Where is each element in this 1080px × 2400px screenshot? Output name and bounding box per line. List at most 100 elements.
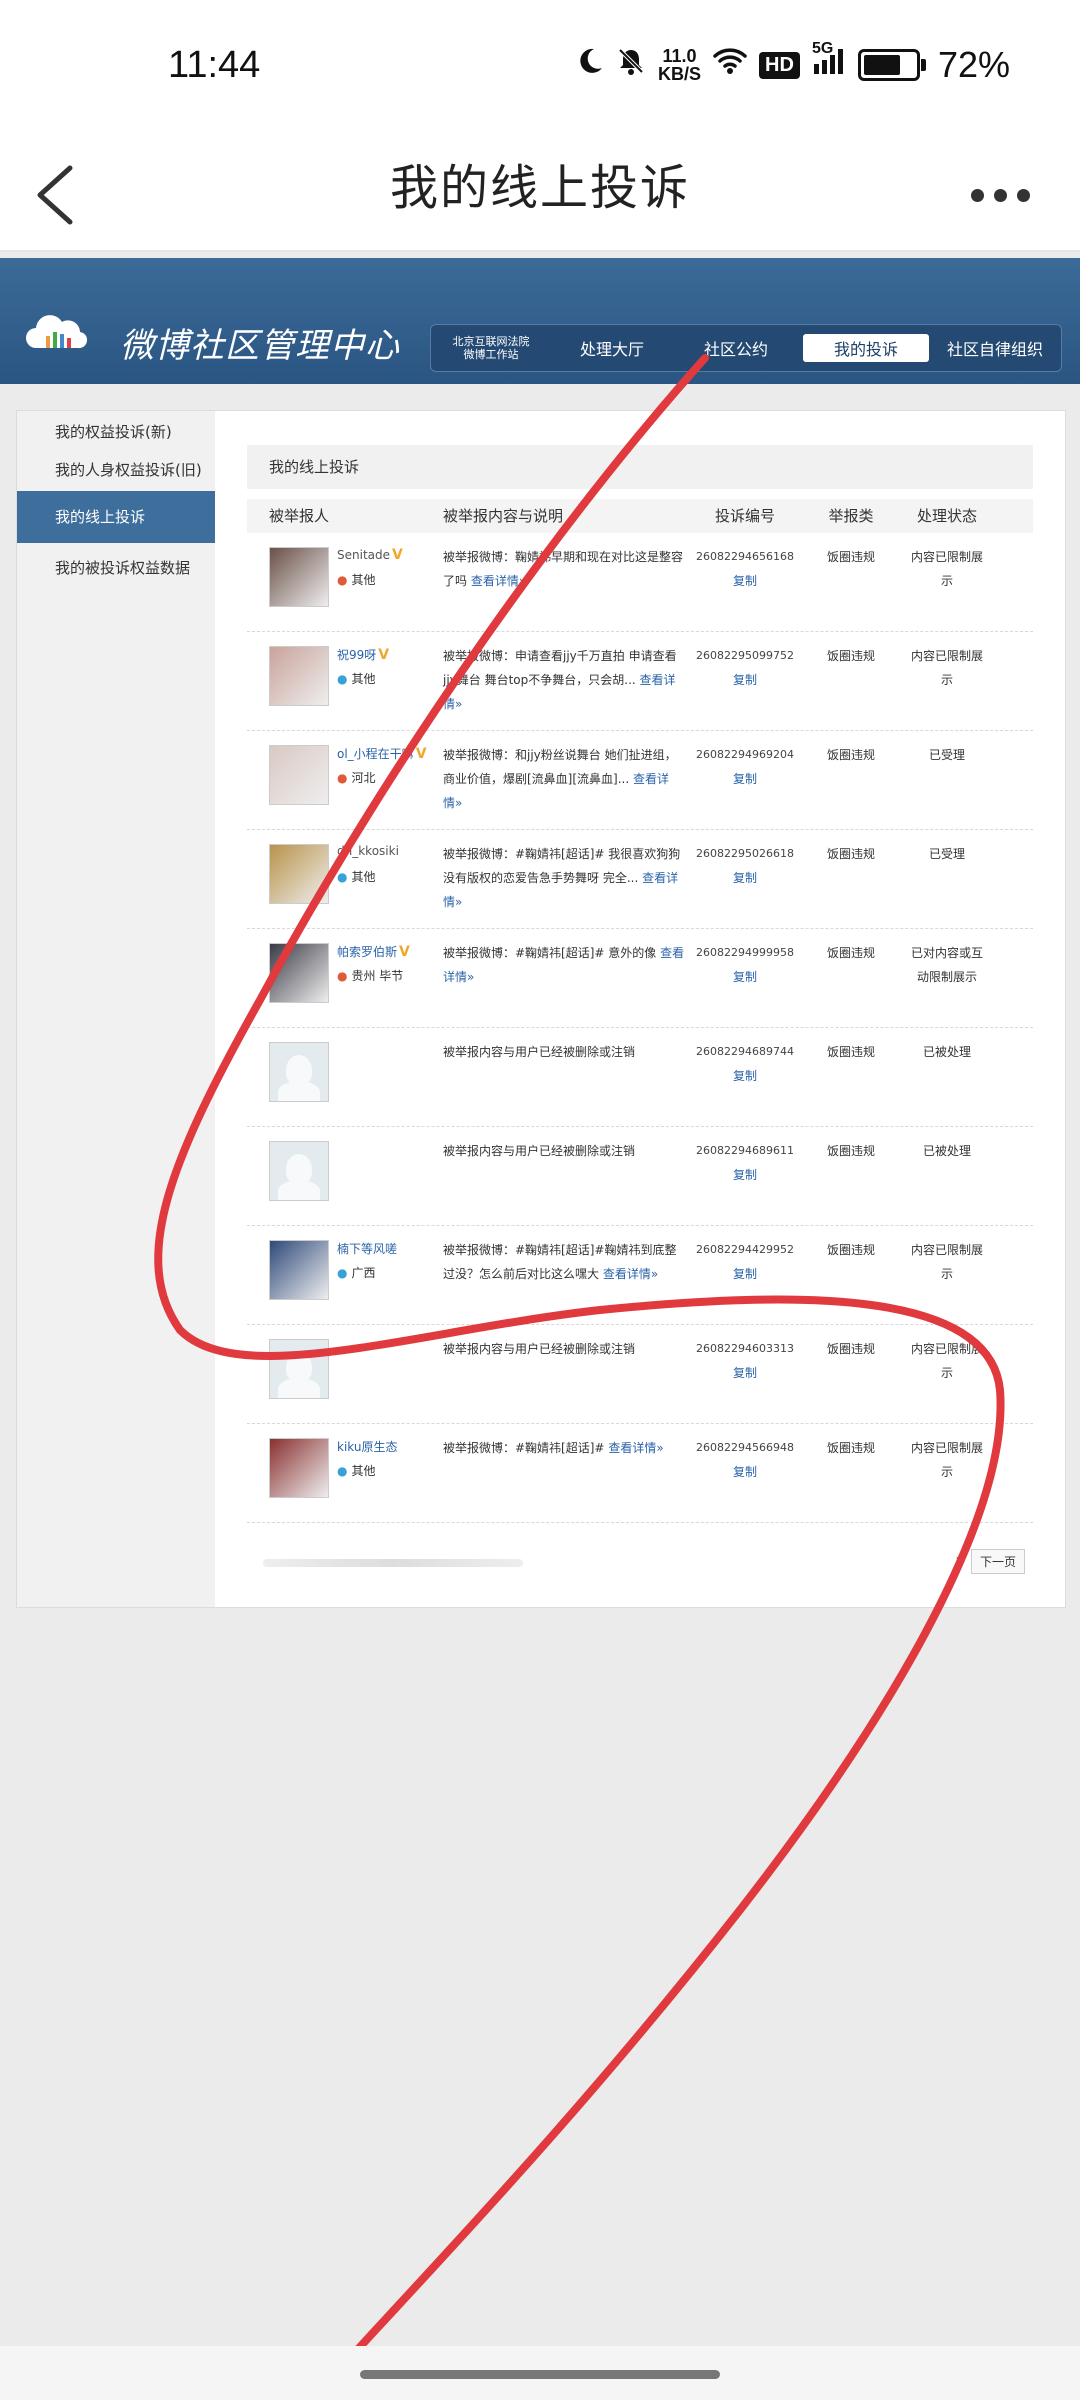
table-row: 被举报内容与用户已经被删除或注销 26082294689744 复制 饭圈违规 … — [247, 1028, 1033, 1127]
copy-button[interactable]: 复制 — [687, 1460, 803, 1484]
reported-user-cell: Senitade V ● 其他 — [247, 533, 423, 631]
cloud-logo-icon — [22, 308, 92, 358]
signal-label: 5G — [811, 40, 834, 57]
report-type-cell: 饭圈违规 — [826, 847, 875, 861]
status-cell: 已被处理 — [922, 1045, 971, 1059]
reported-user-cell: 楠下等风嗟 ● 广西 — [247, 1226, 423, 1324]
main-area: 我的线上投诉 被举报人 被举报内容与说明 投诉编号 举报类 处理状态 Senit… — [247, 445, 1033, 1523]
username-text[interactable]: kiku原生态 — [337, 1440, 397, 1454]
complaint-id-cell: 26082294603313 复制 — [687, 1325, 803, 1423]
report-type-cell: 饭圈违规 — [826, 649, 875, 663]
copy-button[interactable]: 复制 — [687, 1361, 803, 1385]
sidebar-item-rights-old[interactable]: 我的人身权益投诉(旧) — [17, 459, 215, 480]
sidebar: 我的权益投诉(新) 我的人身权益投诉(旧) 我的线上投诉 我的被投诉权益数据 — [17, 411, 215, 1607]
reported-user-cell: 祝99呀 V ● 其他 — [247, 632, 423, 730]
person-icon: ● — [337, 1266, 348, 1280]
report-content-cell: 被举报微博：#鞠婧祎[超话]#鞠婧祎到底整过没？怎么前后对比这么嘿大 查看详情» — [423, 1226, 687, 1324]
status-bar: 11:44 11.0 KB/S HD 5G 72% — [0, 0, 1080, 140]
report-type-cell: 饭圈违规 — [826, 748, 875, 762]
copy-button[interactable]: 复制 — [687, 569, 803, 593]
avatar[interactable] — [269, 646, 329, 706]
avatar[interactable] — [269, 1438, 329, 1498]
report-content-text: 被举报内容与用户已经被删除或注销 — [443, 1144, 636, 1158]
report-type-cell: 饭圈违规 — [826, 1045, 875, 1059]
col-header-status: 处理状态 — [916, 507, 977, 525]
net-speed-value: 11.0 — [662, 46, 697, 66]
mute-bell-icon — [616, 46, 646, 84]
avatar[interactable] — [269, 547, 329, 607]
home-gesture-handle[interactable] — [360, 2370, 720, 2379]
location-text: 其他 — [351, 672, 376, 686]
location-text: 河北 — [351, 771, 376, 785]
complaint-id: 26082294969204 — [696, 748, 794, 761]
reported-username[interactable]: 祝99呀 V — [337, 646, 389, 663]
reported-user-cell: dn_kkosiki ● 其他 — [247, 830, 423, 928]
section-header: 我的线上投诉 — [247, 445, 1033, 489]
page-number[interactable]: 1 — [955, 1555, 963, 1569]
username-text[interactable]: dn_kkosiki — [337, 844, 399, 858]
dot — [970, 188, 984, 202]
report-content-text: 被举报内容与用户已经被删除或注销 — [443, 1342, 636, 1356]
view-details-link[interactable]: 查看详情» — [471, 574, 526, 588]
status-cell: 已对内容或互动限制展示 — [910, 946, 983, 984]
report-type-cell: 饭圈违规 — [826, 1243, 875, 1257]
nav-my-complaints[interactable]: 我的投诉 — [803, 334, 929, 362]
copy-button[interactable]: 复制 — [687, 866, 803, 890]
copy-button[interactable]: 复制 — [687, 965, 803, 989]
nav-convention[interactable]: 社区公约 — [673, 325, 799, 371]
copy-button[interactable]: 复制 — [687, 1064, 803, 1088]
complaint-id: 26082294566948 — [696, 1441, 794, 1454]
user-location: ● 其他 — [337, 1462, 376, 1479]
battery-percent: 72% — [937, 44, 1010, 85]
pager: 1 下一页 — [955, 1549, 1025, 1574]
copy-button[interactable]: 复制 — [687, 767, 803, 791]
report-content-text: 被举报微博：#鞠婧祎[超话]# — [443, 1441, 605, 1455]
sidebar-item-complained-data[interactable]: 我的被投诉权益数据 — [17, 557, 215, 578]
reported-username[interactable]: ol_小程在干嘛 V — [337, 745, 427, 762]
copy-button[interactable]: 复制 — [687, 1163, 803, 1187]
report-type-cell: 饭圈违规 — [826, 1441, 875, 1455]
avatar[interactable] — [269, 943, 329, 1003]
copy-button[interactable]: 复制 — [687, 1262, 803, 1286]
report-content-cell: 被举报微博：申请查看jjy千万直拍 申请查看jjy舞台 舞台top不争舞台，只会… — [423, 632, 687, 730]
reported-username[interactable]: 楠下等风嗟 — [337, 1240, 397, 1257]
reported-username[interactable]: kiku原生态 — [337, 1438, 397, 1455]
blurred-footer-text — [263, 1559, 523, 1567]
username-text[interactable]: 帕索罗伯斯 — [337, 945, 397, 959]
avatar[interactable] — [269, 745, 329, 805]
reported-username[interactable]: dn_kkosiki — [337, 844, 399, 858]
table-row: kiku原生态 ● 其他 被举报微博：#鞠婧祎[超话]# 查看详情» 260822… — [247, 1424, 1033, 1523]
view-details-link[interactable]: 查看详情» — [603, 1267, 658, 1281]
view-details-link[interactable]: 查看详情» — [608, 1441, 663, 1455]
nav-self-discipline[interactable]: 社区自律组织 — [933, 325, 1057, 371]
username-text[interactable]: 祝99呀 — [337, 648, 376, 662]
moon-icon — [574, 46, 604, 84]
report-content-cell: 被举报内容与用户已经被删除或注销 — [423, 1127, 687, 1225]
username-text[interactable]: 楠下等风嗟 — [337, 1242, 397, 1256]
complaint-id-cell: 26082294566948 复制 — [687, 1424, 803, 1522]
more-button[interactable] — [960, 160, 1040, 230]
sidebar-item-rights-new[interactable]: 我的权益投诉(新) — [17, 421, 215, 442]
sidebar-item-online[interactable]: 我的线上投诉 — [17, 491, 215, 543]
reported-user-cell — [247, 1325, 423, 1423]
reported-user-cell: 帕索罗伯斯 V ● 贵州 毕节 — [247, 929, 423, 1027]
avatar[interactable] — [269, 1240, 329, 1300]
complaint-id-cell: 26082294689611 复制 — [687, 1127, 803, 1225]
nav-hall[interactable]: 处理大厅 — [551, 325, 673, 371]
person-icon: ● — [337, 969, 348, 983]
person-icon: ● — [337, 1464, 348, 1478]
reported-username[interactable]: 帕索罗伯斯 V — [337, 943, 410, 960]
complaint-id: 26082294603313 — [696, 1342, 794, 1355]
next-page-button[interactable]: 下一页 — [970, 1549, 1025, 1574]
avatar[interactable] — [269, 844, 329, 904]
signal-icon: 5G — [812, 40, 846, 84]
username-text[interactable]: ol_小程在干嘛 — [337, 747, 414, 761]
table-header: 被举报人 被举报内容与说明 投诉编号 举报类 处理状态 — [247, 499, 1033, 533]
username-text[interactable]: Senitade — [337, 548, 390, 562]
nav-court-station[interactable]: 北京互联网法院 微博工作站 — [431, 325, 551, 371]
location-text: 贵州 毕节 — [351, 969, 404, 983]
copy-button[interactable]: 复制 — [687, 668, 803, 692]
person-icon: ● — [337, 771, 348, 785]
reported-username[interactable]: Senitade V — [337, 547, 403, 563]
avatar — [269, 1339, 329, 1399]
